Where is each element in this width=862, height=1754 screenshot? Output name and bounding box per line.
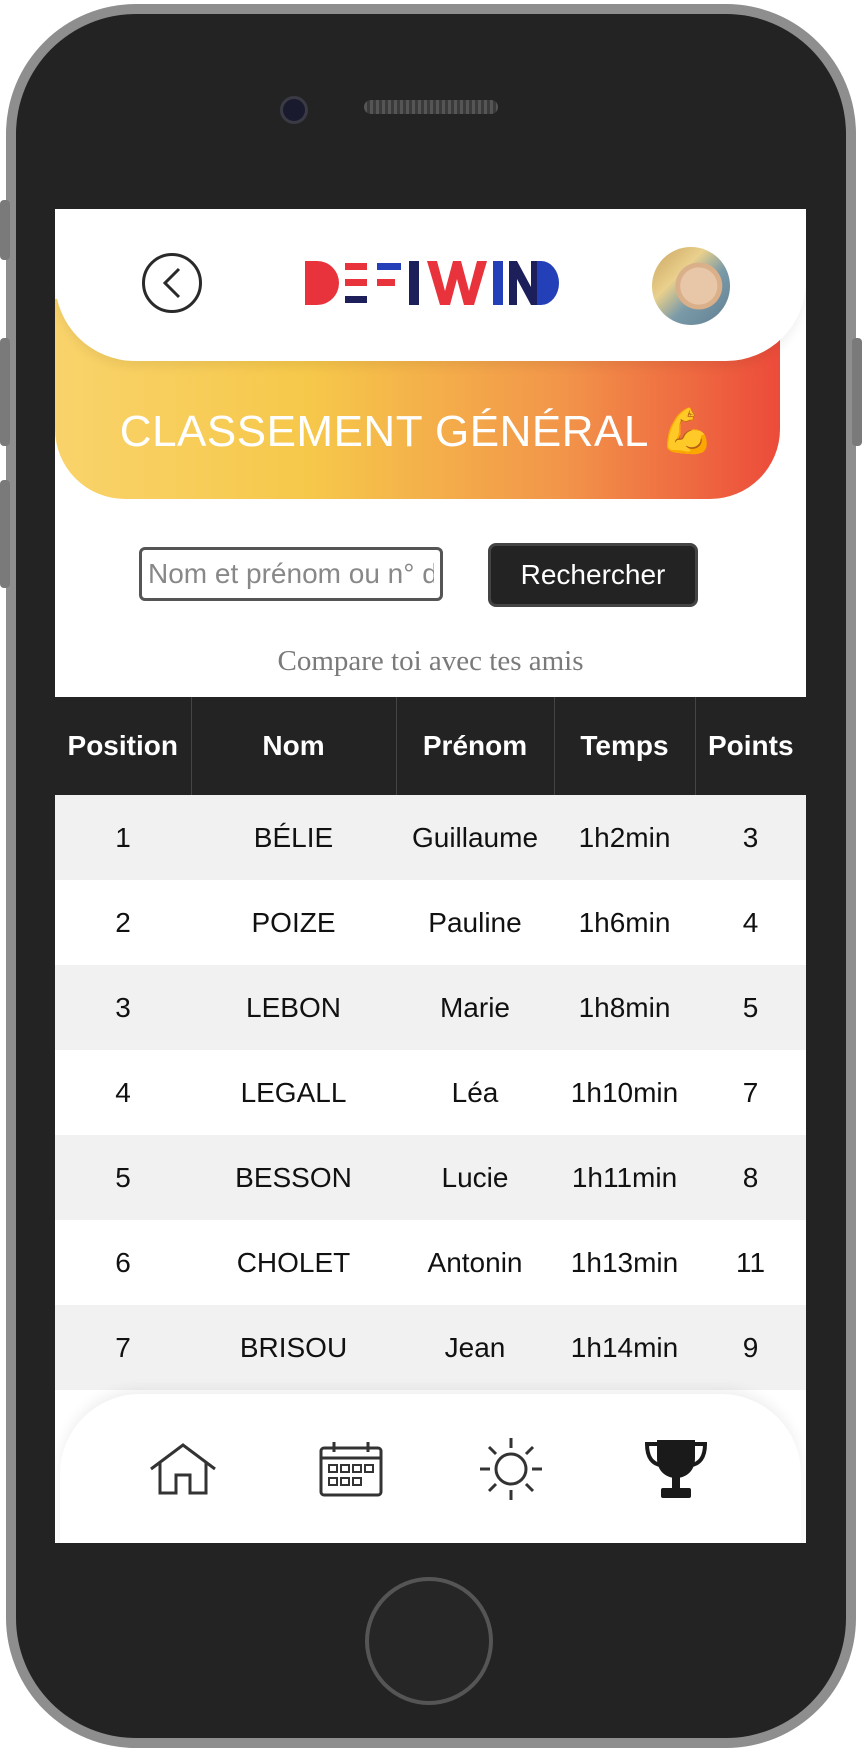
- trophy-icon: [644, 1440, 708, 1498]
- subtitle: Compare toi avec tes amis: [277, 645, 584, 677]
- column-header-prenom[interactable]: Prénom: [396, 697, 555, 795]
- header: [55, 209, 806, 361]
- cell-prenom: Pauline: [396, 880, 554, 965]
- table-row[interactable]: 4 LEGALL Léa 1h10min 7: [55, 1050, 806, 1135]
- cell-prenom: Jean: [396, 1305, 554, 1390]
- app-screen: CLASSEMENT GÉNÉRAL 💪 Rechercher Compare …: [55, 209, 806, 1543]
- back-button[interactable]: [142, 253, 202, 313]
- cell-points: 8: [695, 1135, 806, 1220]
- cell-position: 2: [55, 880, 191, 965]
- cell-nom: CHOLET: [191, 1220, 396, 1305]
- table-header-row: Position Nom Prénom Temps Points: [55, 697, 806, 795]
- cell-position: 7: [55, 1305, 191, 1390]
- cell-nom: LEGALL: [191, 1050, 396, 1135]
- cell-position: 1: [55, 795, 191, 880]
- bottom-navigation: [60, 1394, 801, 1543]
- speaker-grille: [364, 100, 498, 114]
- column-header-position[interactable]: Position: [55, 697, 192, 795]
- cell-temps: 1h2min: [554, 795, 695, 880]
- page-title: CLASSEMENT GÉNÉRAL 💪: [119, 407, 716, 456]
- cell-points: 9: [695, 1305, 806, 1390]
- chevron-left-icon: [162, 267, 181, 299]
- cell-temps: 1h8min: [554, 965, 695, 1050]
- cell-position: 3: [55, 965, 191, 1050]
- column-header-nom[interactable]: Nom: [191, 697, 397, 795]
- cell-points: 7: [695, 1050, 806, 1135]
- table-row[interactable]: 5 BESSON Lucie 1h11min 8: [55, 1135, 806, 1220]
- cell-prenom: Léa: [396, 1050, 554, 1135]
- table-row[interactable]: 7 BRISOU Jean 1h14min 9: [55, 1305, 806, 1390]
- home-icon: [150, 1443, 216, 1495]
- search-button[interactable]: Rechercher: [488, 543, 698, 607]
- cell-position: 4: [55, 1050, 191, 1135]
- nav-home[interactable]: [148, 1434, 218, 1504]
- cell-temps: 1h6min: [554, 880, 695, 965]
- cell-nom: BÉLIE: [191, 795, 396, 880]
- cell-prenom: Guillaume: [396, 795, 554, 880]
- nav-calendar[interactable]: [316, 1434, 386, 1504]
- cell-temps: 1h13min: [554, 1220, 695, 1305]
- nav-weather[interactable]: [476, 1434, 546, 1504]
- search-input[interactable]: [139, 547, 443, 601]
- search-bar: Rechercher: [55, 539, 806, 607]
- column-header-temps[interactable]: Temps: [554, 697, 696, 795]
- nav-ranking[interactable]: [641, 1434, 711, 1504]
- table-row[interactable]: 3 LEBON Marie 1h8min 5: [55, 965, 806, 1050]
- cell-position: 5: [55, 1135, 191, 1220]
- user-avatar[interactable]: [652, 247, 730, 325]
- cell-prenom: Antonin: [396, 1220, 554, 1305]
- volume-down-button: [0, 480, 10, 588]
- table-row[interactable]: 2 POIZE Pauline 1h6min 4: [55, 880, 806, 965]
- ranking-table: Position Nom Prénom Temps Points 1 BÉLIE…: [55, 697, 806, 1390]
- cell-prenom: Lucie: [396, 1135, 554, 1220]
- sun-icon: [480, 1438, 542, 1500]
- calendar-icon: [319, 1442, 383, 1497]
- cell-points: 5: [695, 965, 806, 1050]
- mute-switch: [0, 200, 10, 260]
- cell-points: 4: [695, 880, 806, 965]
- home-button[interactable]: [365, 1577, 493, 1705]
- column-header-points[interactable]: Points: [695, 697, 806, 795]
- cell-temps: 1h10min: [554, 1050, 695, 1135]
- cell-nom: BESSON: [191, 1135, 396, 1220]
- cell-nom: BRISOU: [191, 1305, 396, 1390]
- cell-nom: POIZE: [191, 880, 396, 965]
- table-row[interactable]: 1 BÉLIE Guillaume 1h2min 3: [55, 795, 806, 880]
- cell-temps: 1h14min: [554, 1305, 695, 1390]
- cell-points: 11: [695, 1220, 806, 1305]
- defiwind-logo: [305, 261, 559, 305]
- power-button: [852, 338, 862, 446]
- cell-position: 6: [55, 1220, 191, 1305]
- table-row[interactable]: 6 CHOLET Antonin 1h13min 11: [55, 1220, 806, 1305]
- cell-prenom: Marie: [396, 965, 554, 1050]
- cell-temps: 1h11min: [554, 1135, 695, 1220]
- cell-points: 3: [695, 795, 806, 880]
- volume-up-button: [0, 338, 10, 446]
- cell-nom: LEBON: [191, 965, 396, 1050]
- front-camera: [280, 96, 308, 124]
